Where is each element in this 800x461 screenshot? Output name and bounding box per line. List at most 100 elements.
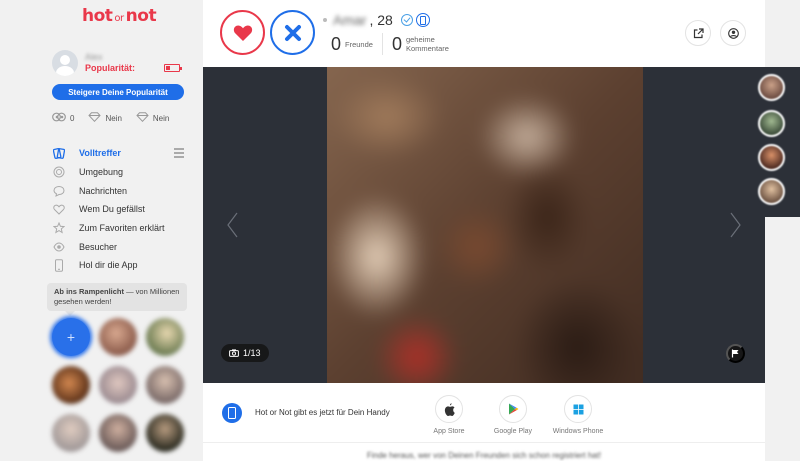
boost-popularity-button[interactable]: Steigere Deine Popularität [52,84,184,100]
spotlight-user[interactable] [99,366,137,404]
not-button[interactable] [270,10,315,55]
user-icon [727,27,739,39]
photo-counter: 1/13 [221,344,269,362]
logo-not: not [125,6,157,26]
next-profile-thumb[interactable] [758,110,785,137]
spotlight-user[interactable] [146,318,184,356]
sidebar-item-label: Zum Favoriten erklärt [79,223,165,234]
user-name: Alex [85,52,103,62]
sidebar-item-favoriten[interactable]: Zum Favoriten erklärt [52,219,188,238]
store-label: Windows Phone [552,428,604,435]
flag-icon [731,349,739,358]
chevron-right-icon[interactable] [729,211,743,239]
comments-label-line1: geheime [405,35,435,44]
next-profile-thumb[interactable] [758,74,785,101]
diamond-icon [136,111,149,125]
friends-note[interactable]: Finde heraus, wer von Deinen Freunden si… [203,451,765,460]
spotlight-tooltip: Ab ins Rampenlicht — von Millionen geseh… [47,283,187,316]
sidebar-item-wem-du-gefaellst[interactable]: Wem Du gefällst [52,200,188,219]
sidebar-item-besucher[interactable]: Besucher [52,237,188,256]
sidebar-item-umgebung[interactable]: Umgebung [52,163,188,182]
add-to-spotlight-button[interactable]: + [52,318,90,356]
diamond-icon [88,111,102,125]
next-profile-thumb[interactable] [758,144,785,171]
star-icon [52,221,66,235]
spotlight-title: Ab ins Rampenlicht [54,287,125,296]
filter-settings-icon[interactable] [174,148,184,158]
spotlight-user[interactable] [146,414,184,452]
view-profile-button[interactable] [720,20,746,46]
profile-photo[interactable] [327,67,643,383]
sidebar-item-nachrichten[interactable]: Nachrichten [52,181,188,200]
popularity-label: Popularität: [85,63,136,73]
stat-diamond-2-value: Nein [152,113,170,123]
app-store-link[interactable]: App Store [414,395,484,435]
stat-diamond-1-value: Nein [105,113,122,123]
get-app-text: Hot or Not gibt es jetzt für Dein Handy [255,408,390,417]
plus-icon: + [66,329,76,345]
logo-or: or [114,13,124,24]
profile-card: Amar, 28 0 Freunde 0 geheime Kommentare 1… [203,0,765,461]
sidebar-item-label: Besucher [79,241,118,252]
comments-label: geheime Kommentare [406,35,449,53]
spotlight-user[interactable] [52,366,90,404]
comments-label-line2: Kommentare [405,44,449,53]
next-profile-thumb[interactable] [758,178,785,205]
share-icon [693,27,704,38]
friends-count: 0 [331,34,342,54]
my-profile[interactable]: Alex Popularität: [52,48,192,78]
stat-diamond-1[interactable]: Nein [88,111,122,125]
spotlight-user[interactable] [99,414,137,452]
google-play-link[interactable]: Google Play [478,395,548,435]
apple-icon [435,395,463,423]
verified-icon [400,14,413,26]
share-button[interactable] [685,20,711,46]
windows-phone-link[interactable]: Windows Phone [543,395,613,435]
google-play-icon [499,395,527,423]
sidebar-item-label: Hol dir die App [79,260,138,271]
sidebar: hot or not Alex Popularität: Steigere Dein… [0,0,195,461]
eye-icon [52,240,66,254]
spotlight-user[interactable] [52,414,90,452]
chevron-left-icon[interactable] [225,211,239,239]
hot-button[interactable] [220,10,265,55]
sidebar-item-volltreffer[interactable]: Volltreffer [52,144,188,163]
sidebar-item-label: Nachrichten [79,185,128,196]
mobile-icon [52,258,66,272]
hot-or-not-logo[interactable]: hot or not [82,6,157,28]
sidebar-nav: Volltreffer Umgebung Nachrichten Wem Du … [52,144,188,275]
sidebar-item-label: Wem Du gefällst [79,204,145,215]
profile-header: Amar, 28 0 Freunde 0 geheime Kommentare [203,0,765,67]
comments-count: 0 [391,34,402,54]
divider [381,33,383,55]
popularity-battery-icon [164,64,182,72]
heart-icon [52,202,66,216]
friends-label: Freunde [345,39,373,49]
target-icon [52,165,66,179]
profile-name-line: Amar, 28 [323,12,430,28]
stat-diamond-2[interactable]: Nein [136,111,170,125]
close-icon [284,24,301,41]
photo-counter-text: 1/13 [243,348,261,358]
mobile-icon [222,403,242,423]
avatar[interactable] [52,50,78,76]
sidebar-item-app[interactable]: Hol dir die App [52,256,188,275]
match-icon [52,146,66,160]
store-label: Google Play [493,428,533,435]
profile-counts: 0 Freunde 0 geheime Kommentare [331,33,449,55]
camera-icon [229,349,239,357]
spotlight-user[interactable] [146,366,184,404]
stat-views-value: 0 [70,113,75,123]
stats-row: 0 Nein Nein [52,110,192,126]
spotlight-user[interactable] [99,318,137,356]
profile-age: , 28 [369,12,393,28]
heart-icon [233,24,252,41]
sidebar-item-label: Volltreffer [79,148,121,159]
profile-name: Amar [333,12,367,28]
report-button[interactable] [726,344,745,363]
online-status-icon [323,18,327,22]
phone-verified-icon [415,13,430,27]
logo-hot: hot [82,6,113,26]
sidebar-item-label: Umgebung [79,167,124,178]
stat-views[interactable]: 0 [52,112,74,125]
